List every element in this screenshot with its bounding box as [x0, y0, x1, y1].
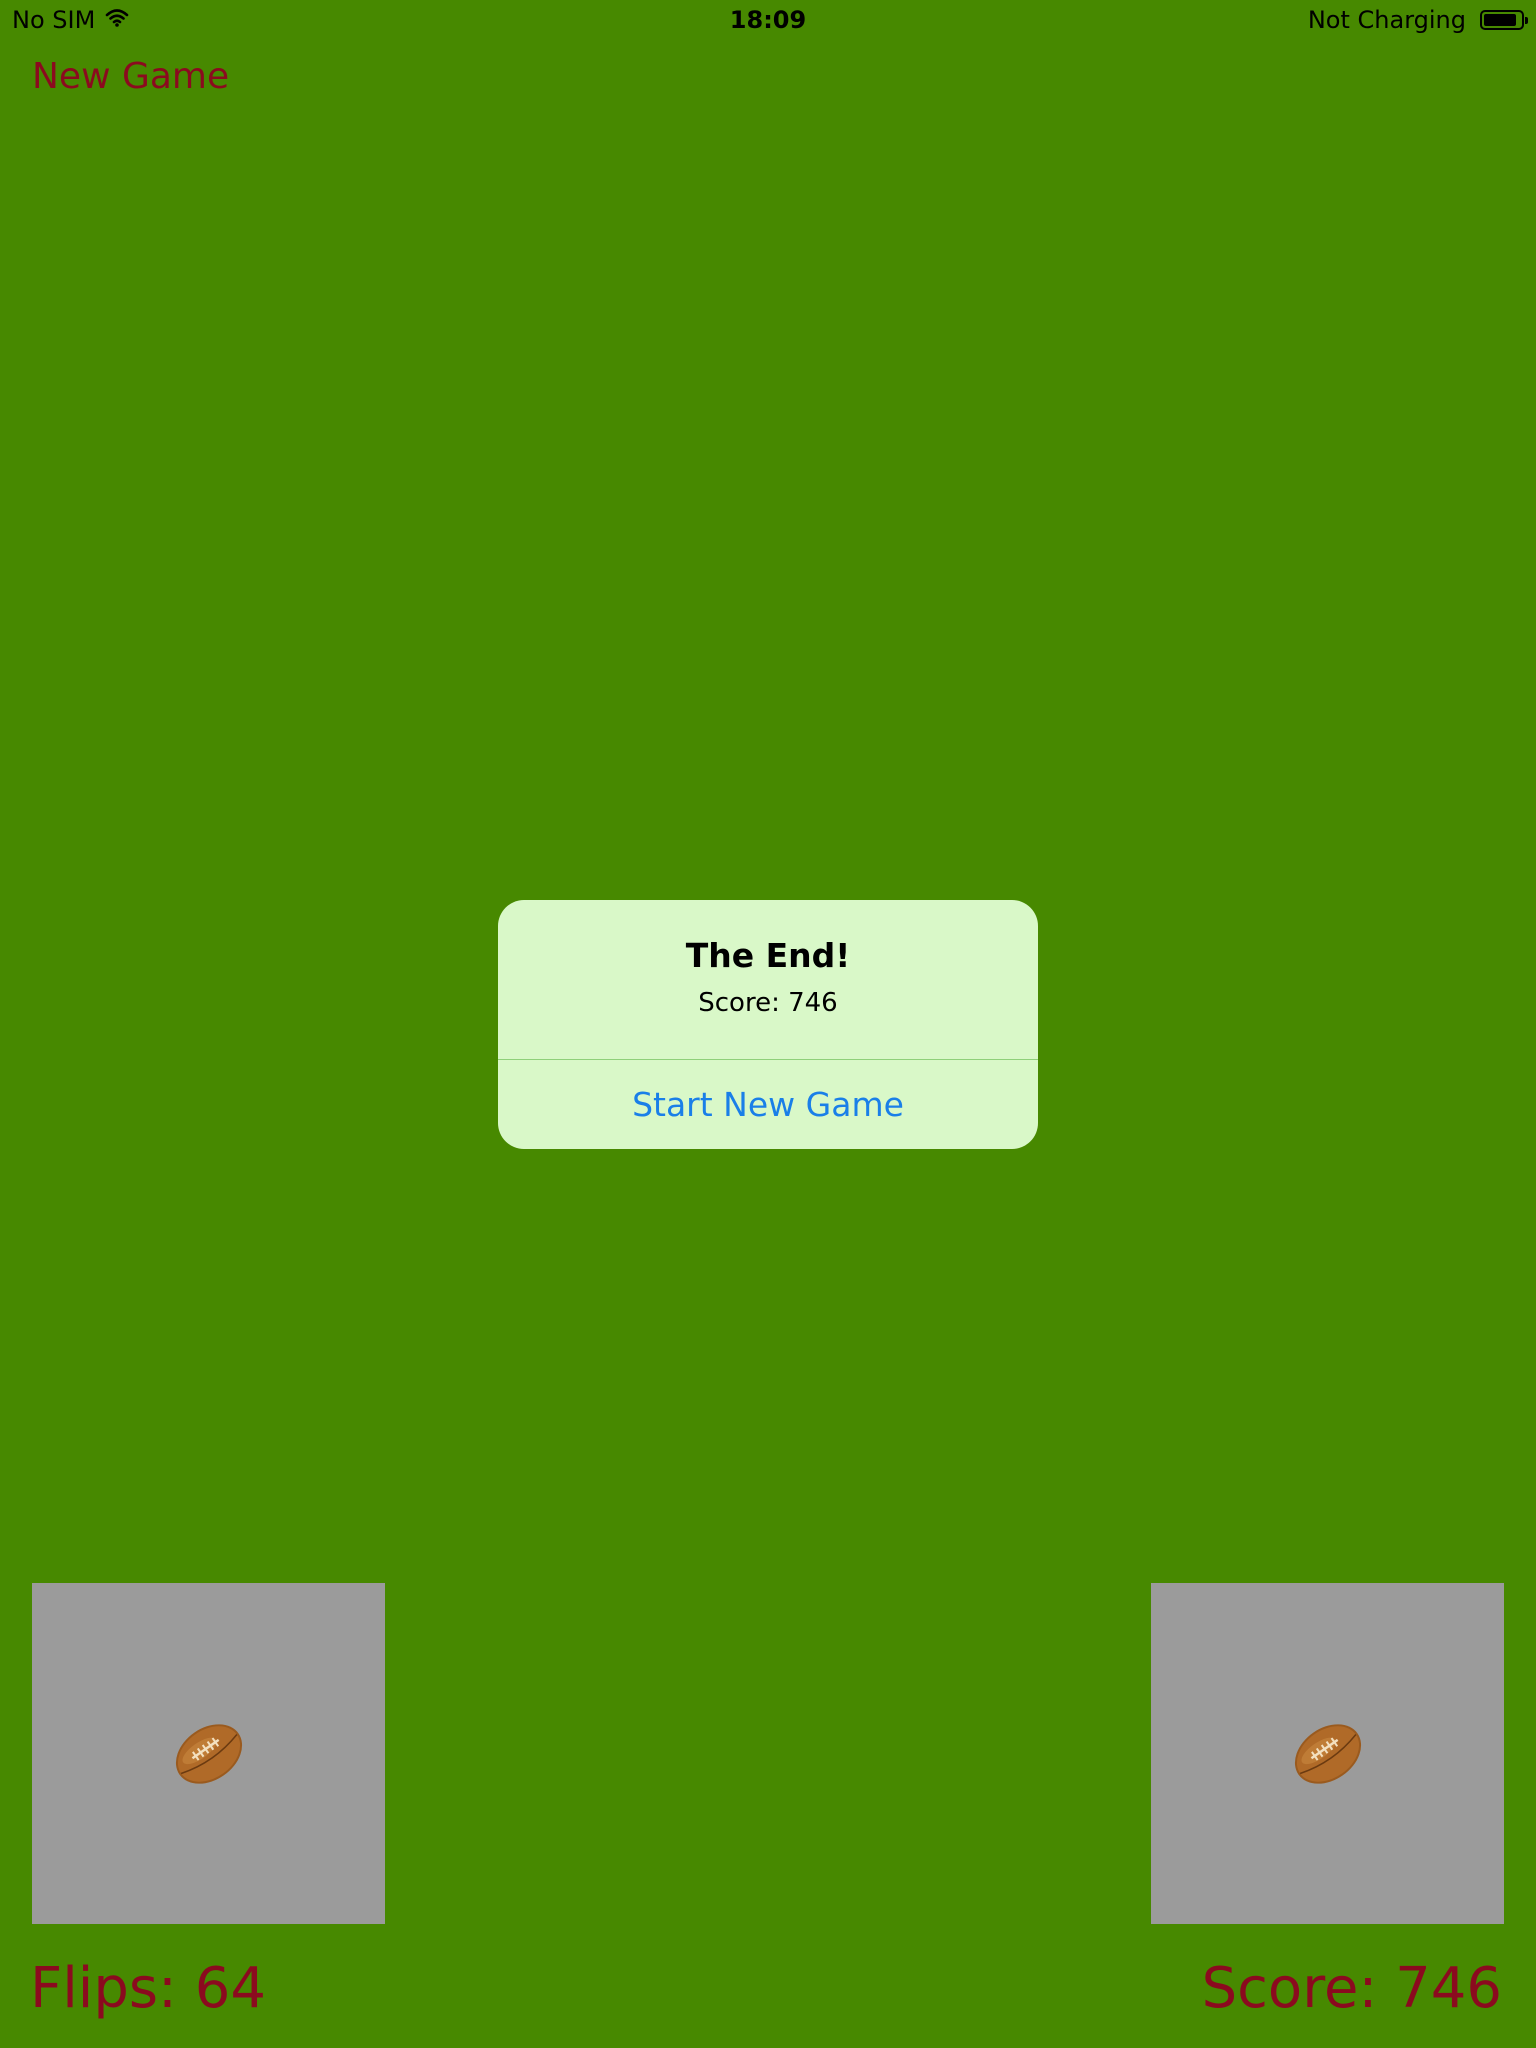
charging-status: Not Charging: [1307, 6, 1466, 34]
alert-message: Score: 746: [698, 988, 838, 1018]
status-bar: No SIM 18:09 Not Charging: [0, 0, 1536, 40]
battery-cap: [1525, 17, 1528, 24]
game-over-alert: The End! Score: 746 Start New Game: [498, 900, 1038, 1149]
status-time: 18:09: [729, 6, 807, 34]
battery-fill: [1484, 14, 1517, 26]
battery-icon: [1480, 10, 1528, 30]
start-new-game-button[interactable]: Start New Game: [498, 1060, 1038, 1149]
new-game-button[interactable]: New Game: [32, 56, 229, 97]
card[interactable]: [32, 1583, 385, 1924]
card[interactable]: [1151, 1583, 1504, 1924]
alert-title: The End!: [685, 936, 851, 975]
score-label: Score: 746: [1201, 1956, 1502, 2021]
football-icon: [1294, 1723, 1361, 1784]
status-right: Not Charging: [1307, 6, 1528, 34]
football-icon: [175, 1723, 242, 1784]
flips-label: Flips: 64: [30, 1956, 266, 2021]
